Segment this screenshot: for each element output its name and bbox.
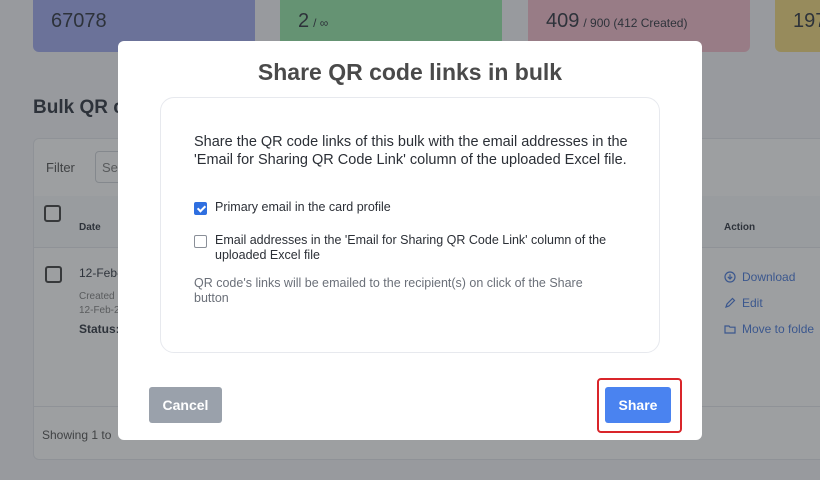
option-label: Primary email in the card profile [215,200,391,214]
primary-email-checkbox[interactable] [194,202,207,215]
excel-emails-checkbox[interactable] [194,235,207,248]
cancel-button[interactable]: Cancel [149,387,222,423]
modal-note: QR code's links will be emailed to the r… [194,276,583,305]
option-label: Email addresses in the 'Email for Sharin… [215,233,607,262]
modal-title: Share QR code links in bulk [257,59,563,85]
share-links-modal: Share QR code links in bulk Share the QR… [118,41,702,440]
option-excel-emails[interactable]: Email addresses in the 'Email for Sharin… [194,233,630,263]
option-primary-email[interactable]: Primary email in the card profile [194,200,391,215]
share-button[interactable]: Share [605,387,671,423]
modal-description: Share the QR code links of this bulk wit… [194,134,628,168]
